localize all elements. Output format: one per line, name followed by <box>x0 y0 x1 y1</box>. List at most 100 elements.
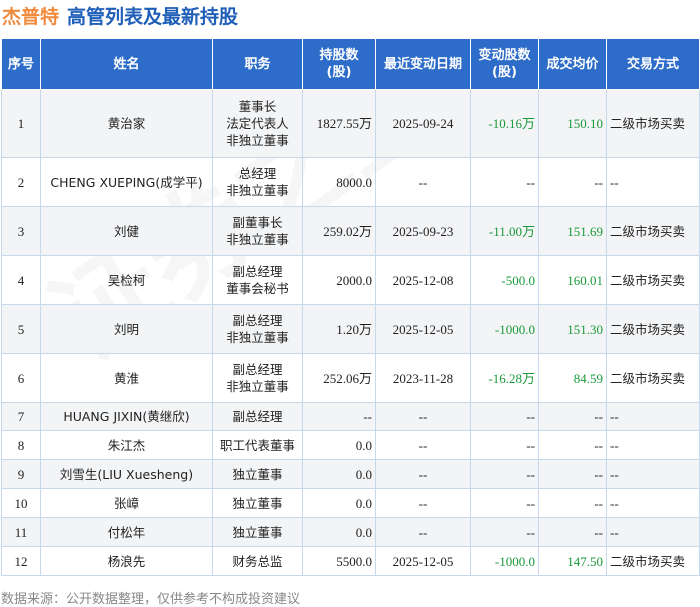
cell-change: -- <box>470 430 539 460</box>
cell-date: 2025-09-23 <box>375 206 471 256</box>
cell-shares: 0.0 <box>302 430 376 460</box>
cell-method: 二级市场买卖 <box>606 546 700 576</box>
cell-role: 董事长 法定代表人 非独立董事 <box>212 89 303 158</box>
cell-role: 副总经理 非独立董事 <box>212 304 303 354</box>
cell-method: -- <box>606 157 700 207</box>
cell-role: 副总经理 <box>212 402 303 431</box>
cell-no: 11 <box>1 517 41 547</box>
column-header: 职务 <box>212 38 303 90</box>
cell-no: 5 <box>1 304 41 354</box>
cell-method: -- <box>606 517 700 547</box>
cell-change: -- <box>470 459 539 489</box>
table-row: 6 黄淮 副总经理 非独立董事 252.06万 2023-11-28 -16.28万 84.… <box>1 353 700 403</box>
cell-no: 2 <box>1 157 41 207</box>
cell-name: 杨浪先 <box>40 546 213 576</box>
cell-no: 12 <box>1 546 41 576</box>
column-header: 最近变动日期 <box>375 38 471 90</box>
cell-change: -16.28万 <box>470 353 539 403</box>
table-row: 10 张嶂 独立董事 0.0 -- -- -- -- <box>1 488 700 518</box>
cell-no: 7 <box>1 402 41 431</box>
cell-date: 2025-12-08 <box>375 255 471 305</box>
cell-price: -- <box>538 157 607 207</box>
cell-change: -- <box>470 517 539 547</box>
cell-method: 二级市场买卖 <box>606 206 700 256</box>
cell-name: 吴检柯 <box>40 255 213 305</box>
cell-shares: 8000.0 <box>302 157 376 207</box>
data-source-note: 数据来源：公开数据整理，仅供参考不构成投资建议 <box>1 592 301 607</box>
cell-name: 黄淮 <box>40 353 213 403</box>
cell-price: 84.59 <box>538 353 607 403</box>
cell-shares: 5500.0 <box>302 546 376 576</box>
cell-date: 2023-11-28 <box>375 353 471 403</box>
cell-no: 3 <box>1 206 41 256</box>
table-row: 2 CHENG XUEPING(成学平) 总经理 非独立董事 8000.0 -- -- --… <box>1 157 700 207</box>
cell-price: 160.01 <box>538 255 607 305</box>
cell-method: -- <box>606 459 700 489</box>
column-header: 姓名 <box>40 38 213 90</box>
cell-change: -11.00万 <box>470 206 539 256</box>
table-header: 序号 姓名 职务 持股数 (股) 最近变动日期 变动股数 (股) 成交均价 交易方式 <box>1 38 700 90</box>
cell-method: 二级市场买卖 <box>606 304 700 354</box>
cell-date: -- <box>375 459 471 489</box>
cell-date: -- <box>375 517 471 547</box>
cell-no: 4 <box>1 255 41 305</box>
title-text: 高管列表及最新持股 <box>67 6 239 28</box>
cell-shares: 0.0 <box>302 517 376 547</box>
cell-change: -- <box>470 488 539 518</box>
table-row: 7 HUANG JIXIN(黄继欣) 副总经理 -- -- -- -- -- <box>1 402 700 431</box>
cell-price: -- <box>538 459 607 489</box>
cell-price: 147.50 <box>538 546 607 576</box>
cell-role: 财务总监 <box>212 546 303 576</box>
cell-change: -1000.0 <box>470 546 539 576</box>
cell-role: 独立董事 <box>212 488 303 518</box>
cell-method: 二级市场买卖 <box>606 353 700 403</box>
cell-role: 独立董事 <box>212 459 303 489</box>
cell-name: CHENG XUEPING(成学平) <box>40 157 213 207</box>
table-row: 3 刘健 副董事长 非独立董事 259.02万 2025-09-23 -11.00万 151… <box>1 206 700 256</box>
cell-price: -- <box>538 430 607 460</box>
cell-method: 二级市场买卖 <box>606 255 700 305</box>
cell-shares: 1.20万 <box>302 304 376 354</box>
cell-shares: 2000.0 <box>302 255 376 305</box>
cell-change: -1000.0 <box>470 304 539 354</box>
cell-name: 刘雪生(LIU Xuesheng) <box>40 459 213 489</box>
cell-date: -- <box>375 430 471 460</box>
cell-shares: 1827.55万 <box>302 89 376 158</box>
cell-role: 副董事长 非独立董事 <box>212 206 303 256</box>
column-header: 交易方式 <box>606 38 700 90</box>
cell-price: 151.69 <box>538 206 607 256</box>
cell-method: -- <box>606 430 700 460</box>
cell-method: 二级市场买卖 <box>606 89 700 158</box>
cell-name: 付松年 <box>40 517 213 547</box>
company-name: 杰普特 <box>2 6 60 28</box>
cell-shares: 259.02万 <box>302 206 376 256</box>
cell-shares: 252.06万 <box>302 353 376 403</box>
cell-price: -- <box>538 488 607 518</box>
table-row: 1 黄治家 董事长 法定代表人 非独立董事 1827.55万 2025-09-24 -10… <box>1 89 700 158</box>
cell-date: -- <box>375 157 471 207</box>
cell-price: -- <box>538 517 607 547</box>
cell-no: 9 <box>1 459 41 489</box>
table-row: 4 吴检柯 副总经理 董事会秘书 2000.0 2025-12-08 -500.0 160.… <box>1 255 700 305</box>
cell-role: 总经理 非独立董事 <box>212 157 303 207</box>
column-header: 成交均价 <box>538 38 607 90</box>
cell-shares: -- <box>302 402 376 431</box>
cell-date: -- <box>375 488 471 518</box>
cell-change: -10.16万 <box>470 89 539 158</box>
cell-no: 8 <box>1 430 41 460</box>
cell-date: 2025-09-24 <box>375 89 471 158</box>
cell-price: 151.30 <box>538 304 607 354</box>
cell-role: 职工代表董事 <box>212 430 303 460</box>
cell-no: 10 <box>1 488 41 518</box>
cell-name: 朱江杰 <box>40 430 213 460</box>
cell-change: -500.0 <box>470 255 539 305</box>
column-header: 序号 <box>1 38 41 90</box>
executives-table: 序号 姓名 职务 持股数 (股) 最近变动日期 变动股数 (股) 成交均价 交易方式 1 黄治家… <box>1 38 700 576</box>
cell-role: 副总经理 非独立董事 <box>212 353 303 403</box>
cell-role: 独立董事 <box>212 517 303 547</box>
cell-date: 2025-12-05 <box>375 546 471 576</box>
cell-name: 黄治家 <box>40 89 213 158</box>
table-row: 5 刘明 副总经理 非独立董事 1.20万 2025-12-05 -1000.0 151.3… <box>1 304 700 354</box>
cell-method: -- <box>606 402 700 431</box>
cell-no: 1 <box>1 89 41 158</box>
